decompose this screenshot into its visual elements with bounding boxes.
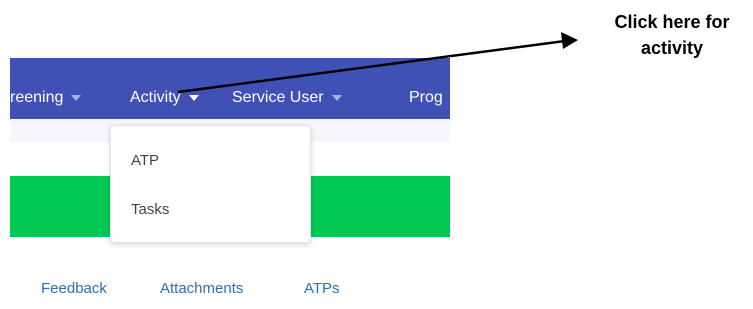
arrow-line <box>177 39 566 94</box>
arrow-head-icon <box>561 32 578 49</box>
annotation-arrow <box>177 32 578 94</box>
